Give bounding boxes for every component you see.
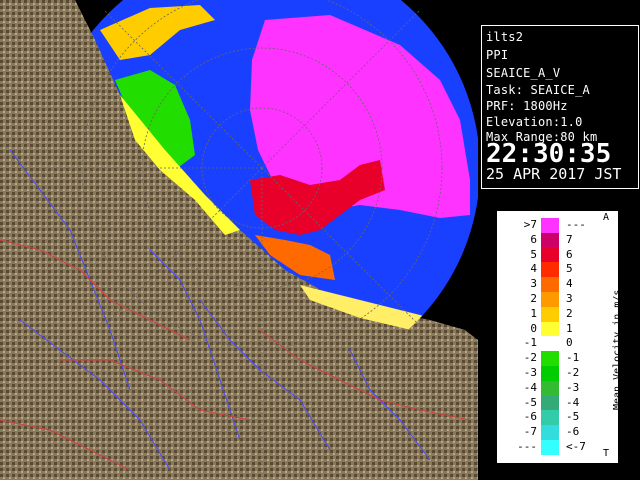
legend-lower-bound: 5	[530, 247, 537, 261]
legend-upper-bound: -2	[566, 366, 580, 379]
legend-lower-bound: 6	[530, 232, 537, 246]
elevation-label: Elevation:1.0	[486, 115, 583, 129]
legend-bottom-marker: T	[603, 448, 610, 459]
legend-swatch	[541, 306, 559, 323]
legend-upper-bound: 1	[566, 321, 573, 335]
legend-swatch	[541, 351, 559, 367]
legend-upper-bound: -1	[566, 351, 580, 365]
scan-date: 25 APR 2017 JST	[486, 165, 622, 183]
legend-lower-bound: ---	[517, 440, 537, 453]
product-type: PPI	[486, 48, 509, 62]
legend-lower-bound: -3	[523, 366, 537, 379]
radar-map[interactable]	[0, 0, 478, 480]
legend-color-bar	[541, 218, 559, 456]
radar-info-panel: ilts2 PPI SEAICE_A_V Task: SEAICE_A PRF:…	[481, 25, 639, 189]
legend-swatch	[541, 321, 559, 337]
legend-upper-bound: 4	[566, 277, 573, 291]
legend-upper-bound: 7	[566, 232, 573, 246]
legend-upper-bound: 0	[566, 336, 573, 350]
legend-upper-bound: 2	[566, 306, 573, 320]
legend-lower-bound: 4	[530, 262, 537, 276]
legend-upper-bound: <-7	[566, 440, 586, 453]
legend-upper-bound: -4	[566, 395, 580, 409]
product-name: SEAICE_A_V	[486, 66, 561, 80]
legend-swatch	[541, 218, 559, 234]
legend-swatch	[541, 232, 559, 249]
legend-upper-bound: 5	[566, 262, 573, 276]
legend-lower-bound: -2	[523, 351, 537, 365]
legend-lower-bound: -4	[523, 380, 537, 394]
legend-swatch	[541, 277, 559, 293]
legend-upper-bound: ---	[566, 218, 586, 231]
radar-map-svg	[0, 0, 478, 480]
legend-upper-bound: -6	[566, 425, 580, 439]
legend-upper-bound: 3	[566, 292, 573, 305]
legend-upper-bound: -5	[566, 410, 580, 424]
legend-swatch	[541, 425, 559, 441]
legend-swatch	[541, 395, 559, 411]
legend-swatch	[541, 336, 559, 352]
legend-lower-bound: 2	[530, 292, 537, 305]
prf-label: PRF: 1800Hz	[486, 99, 568, 113]
legend-title: Mean Velocity in m/s	[600, 290, 623, 420]
legend-upper-bound: 6	[566, 247, 573, 261]
legend-lower-bound: 0	[530, 321, 537, 335]
legend-lower-bound: -7	[523, 425, 537, 439]
legend-swatch	[541, 380, 559, 397]
legend-lower-bound: -5	[523, 395, 537, 409]
task-label: Task: SEAICE_A	[486, 83, 590, 97]
legend-swatch	[541, 410, 559, 426]
legend-lower-bound: 3	[530, 277, 537, 291]
legend-swatch	[541, 440, 559, 456]
legend-lower-bound: -6	[523, 410, 537, 424]
legend-swatch	[541, 292, 559, 308]
site-name: ilts2	[486, 30, 524, 44]
legend-swatch	[541, 366, 559, 382]
legend-lower-bound: -1	[523, 336, 537, 350]
legend-lower-bound: 1	[530, 306, 537, 320]
legend-swatch	[541, 262, 559, 278]
legend-upper-bound: -3	[566, 380, 580, 394]
legend-title-text: Mean Velocity in m/s	[612, 289, 623, 410]
legend-swatch	[541, 247, 559, 263]
legend-top-marker: A	[603, 212, 610, 223]
legend-lower-bound: >7	[523, 218, 537, 231]
